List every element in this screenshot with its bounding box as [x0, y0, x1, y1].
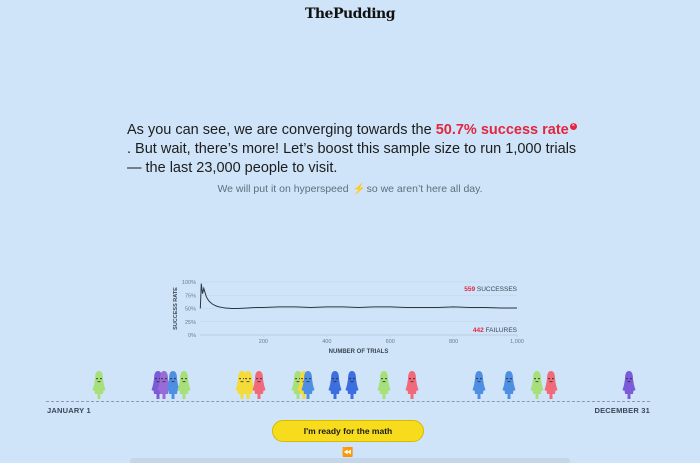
- x-axis-label: NUMBER OF TRIALS: [329, 349, 389, 355]
- y-tick-label: 50%: [185, 307, 196, 313]
- person-figure[interactable]: [622, 369, 636, 400]
- hyperspeed-note-after: so we aren’t here all day.: [366, 183, 483, 195]
- failures-annotation: 442 FAILURES: [473, 327, 518, 334]
- success-rate-chart: 0% 25% 50% 75% 100% 200 400 600 800 1,000 NUMBER O…: [168, 276, 528, 363]
- successes-count: 559: [464, 286, 477, 293]
- rewind-icon[interactable]: ⏪: [340, 446, 356, 458]
- person-figure[interactable]: [252, 369, 266, 400]
- person-figure[interactable]: [472, 369, 486, 400]
- hyperspeed-note: We will put it on hyperspeed ⚡so we aren…: [0, 182, 700, 195]
- bottom-panel-edge: [130, 458, 570, 463]
- success-rate-highlight: 50.7% success rate: [435, 122, 569, 138]
- chart-svg: 0% 25% 50% 75% 100% 200 400 600 800 1,000 NUMBER O…: [173, 280, 524, 355]
- person-figure[interactable]: [405, 369, 419, 400]
- timeline-end-label: DECEMBER 31: [594, 406, 650, 415]
- narrative-text: As you can see, we are converging toward…: [127, 121, 577, 178]
- x-circle-icon[interactable]: ×: [569, 123, 577, 130]
- x-tick-label: 400: [322, 339, 331, 345]
- timeline-start-label: JANUARY 1: [47, 406, 91, 415]
- people-timeline: [0, 0, 700, 463]
- x-tick-label: 1,000: [510, 339, 524, 345]
- y-tick-label: 0%: [188, 333, 196, 339]
- person-figure[interactable]: [92, 369, 106, 400]
- y-tick-label: 100%: [182, 280, 196, 286]
- lightning-icon: ⚡: [352, 183, 366, 195]
- x-tick-label: 800: [449, 339, 458, 345]
- narrative-part-2: . But wait, there’s more! Let’s boost th…: [127, 141, 577, 176]
- timeline-axis: [46, 401, 650, 402]
- person-figure[interactable]: [377, 369, 391, 400]
- successes-annotation: 559 SUCCESSES: [464, 286, 517, 293]
- person-figure[interactable]: [502, 369, 516, 400]
- person-figure[interactable]: [530, 369, 544, 400]
- narrative-part-1: As you can see, we are converging toward…: [127, 122, 436, 138]
- y-tick-label: 75%: [185, 293, 196, 299]
- person-figure[interactable]: [177, 369, 191, 400]
- failures-count: 442: [473, 327, 486, 334]
- person-figure[interactable]: [301, 369, 315, 400]
- hyperspeed-note-before: We will put it on hyperspeed: [217, 183, 352, 195]
- y-tick-label: 25%: [185, 320, 196, 326]
- person-figure[interactable]: [328, 369, 342, 400]
- y-axis-label: SUCCESS RATE: [173, 287, 179, 330]
- ready-for-math-button[interactable]: I'm ready for the math: [272, 420, 424, 442]
- person-figure[interactable]: [544, 369, 558, 400]
- person-figure[interactable]: [345, 369, 359, 400]
- site-logo[interactable]: ThePudding: [0, 6, 700, 22]
- successes-label: SUCCESSES: [477, 286, 518, 293]
- failures-label: FAILURES: [486, 327, 518, 334]
- x-tick-label: 200: [259, 339, 268, 345]
- x-tick-label: 600: [386, 339, 395, 345]
